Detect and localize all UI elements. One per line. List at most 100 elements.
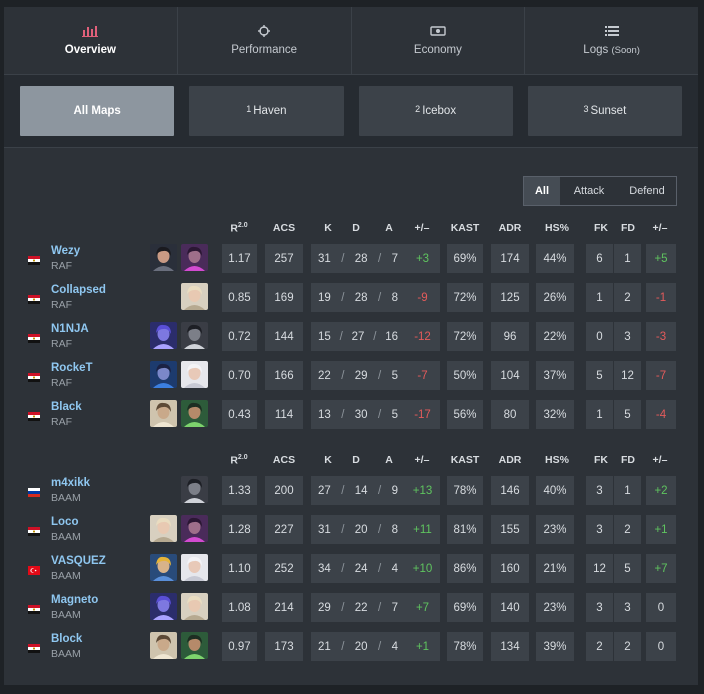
stat-kills: 31 bbox=[318, 252, 331, 265]
player-name-link[interactable]: Magneto bbox=[51, 594, 98, 606]
stat-adr: 80 bbox=[491, 400, 529, 429]
column-header-text: K bbox=[324, 222, 332, 234]
agent-blue-icon bbox=[150, 361, 177, 388]
player-name-link[interactable]: VASQUEZ bbox=[51, 555, 106, 567]
stat-acs: 166 bbox=[265, 361, 303, 390]
stat-hs: 23% bbox=[536, 593, 574, 622]
stat-acs: 173 bbox=[265, 632, 303, 661]
player-name-link[interactable]: Black bbox=[51, 401, 82, 413]
agent-masked-icon bbox=[181, 476, 208, 503]
agent-gold-icon bbox=[150, 554, 177, 581]
stat-fd: 2 bbox=[614, 283, 641, 312]
agent-purple-icon bbox=[181, 515, 208, 542]
column-header-text: FD bbox=[621, 222, 635, 234]
player-row: Wezy RAF 1.17 257 31 / 28 / 7 +3 69% 174 44% 6 1 +5 bbox=[4, 244, 698, 273]
player-name-link[interactable]: Block bbox=[51, 633, 82, 645]
column-header-a: A bbox=[385, 222, 393, 234]
map-button-haven[interactable]: 1 Haven bbox=[189, 86, 344, 136]
stat-pm: -12 bbox=[405, 322, 440, 351]
agent-hat-icon bbox=[150, 632, 177, 659]
column-header-text: FK bbox=[594, 222, 608, 234]
column-header-adr: ADR bbox=[499, 222, 522, 234]
column-header-text: A bbox=[385, 222, 393, 234]
map-button-sunset[interactable]: 3 Sunset bbox=[527, 86, 682, 136]
stat-deaths: 30 bbox=[354, 408, 368, 421]
stat-kast: 69% bbox=[447, 593, 483, 622]
stat-fd: 3 bbox=[614, 593, 641, 622]
stat-fkpm: 0 bbox=[646, 593, 676, 622]
flag-russia-icon bbox=[28, 486, 40, 497]
stat-deaths: 14 bbox=[354, 484, 368, 497]
column-header-text: ADR bbox=[498, 454, 522, 466]
agent-masked-icon bbox=[181, 322, 208, 349]
stat-fkpm: -7 bbox=[646, 361, 676, 390]
tab-performance[interactable]: Performance bbox=[178, 7, 352, 74]
stat-kills: 13 bbox=[318, 408, 331, 421]
column-header-text: A bbox=[385, 454, 393, 466]
column-header-fd: FD bbox=[621, 454, 635, 466]
flag-egypt-icon bbox=[28, 332, 40, 343]
player-name-link[interactable]: Collapsed bbox=[51, 284, 106, 296]
kda-separator: / bbox=[341, 484, 345, 497]
stat-assists: 4 bbox=[391, 640, 398, 653]
player-team: RAF bbox=[51, 299, 72, 311]
stat-adr: 155 bbox=[491, 515, 529, 544]
stat-rating: 0.70 bbox=[222, 361, 257, 390]
player-name-link[interactable]: Wezy bbox=[51, 245, 80, 257]
stat-hs: 32% bbox=[536, 400, 574, 429]
stat-fkpm: +2 bbox=[646, 476, 676, 505]
column-header-fk: FK bbox=[594, 222, 608, 234]
kda-separator: / bbox=[373, 330, 377, 343]
player-name-link[interactable]: m4xikk bbox=[51, 477, 90, 489]
side-filter-defend[interactable]: Defend bbox=[618, 177, 676, 205]
tab-overview[interactable]: Overview bbox=[4, 7, 178, 74]
stat-adr: 146 bbox=[491, 476, 529, 505]
map-button-all-maps[interactable]: All Maps bbox=[20, 86, 175, 136]
column-header-text: ACS bbox=[272, 222, 296, 234]
kda-separator: / bbox=[377, 484, 382, 497]
column-header-text: D bbox=[352, 222, 360, 234]
column-header-kast: KAST bbox=[451, 222, 480, 234]
column-header-text: HS% bbox=[545, 454, 569, 466]
stats-header-row: R2.0 ACS K D A +/– KAST ADR HS% FK FD +/– bbox=[4, 222, 698, 236]
map-button-icebox[interactable]: 2 Icebox bbox=[358, 86, 513, 136]
stat-fkpm: -4 bbox=[646, 400, 676, 429]
agent-hat-icon bbox=[150, 400, 177, 427]
column-header-text: ACS bbox=[272, 454, 296, 466]
stats-header-row: R2.0 ACS K D A +/– KAST ADR HS% FK FD +/– bbox=[4, 454, 698, 468]
stat-fd: 3 bbox=[614, 322, 641, 351]
side-filter-attack[interactable]: Attack bbox=[560, 177, 618, 205]
player-name-link[interactable]: Loco bbox=[51, 516, 78, 528]
side-filter-all[interactable]: All bbox=[524, 177, 560, 205]
crosshair-icon bbox=[256, 25, 272, 37]
stat-fd: 5 bbox=[614, 554, 641, 583]
column-header-text: +/– bbox=[652, 454, 668, 466]
player-name-link[interactable]: N1NJA bbox=[51, 323, 89, 335]
stat-fk: 1 bbox=[586, 283, 613, 312]
stat-deaths: 20 bbox=[354, 640, 368, 653]
stat-deaths: 22 bbox=[354, 601, 368, 614]
stat-rating: 0.85 bbox=[222, 283, 257, 312]
map-number: 1 bbox=[246, 104, 252, 114]
kda-separator: / bbox=[377, 408, 382, 421]
stat-adr: 96 bbox=[491, 322, 529, 351]
stat-fk: 1 bbox=[586, 400, 613, 429]
stat-hs: 22% bbox=[536, 322, 574, 351]
kda-separator: / bbox=[377, 291, 382, 304]
list-icon bbox=[604, 25, 620, 37]
stat-rating: 0.72 bbox=[222, 322, 257, 351]
stat-adr: 140 bbox=[491, 593, 529, 622]
stat-pm: -7 bbox=[405, 361, 440, 390]
tab-economy[interactable]: Economy bbox=[352, 7, 526, 74]
column-header-text: +/– bbox=[414, 454, 430, 466]
stat-deaths: 27 bbox=[351, 330, 365, 343]
tab-logs[interactable]: Logs (Soon) bbox=[525, 7, 698, 74]
column-header-text: HS% bbox=[545, 222, 569, 234]
column-header-k: K bbox=[324, 222, 332, 234]
column-header-adr: ADR bbox=[499, 454, 522, 466]
stat-acs: 214 bbox=[265, 593, 303, 622]
stat-assists: 16 bbox=[385, 330, 398, 343]
player-name-link[interactable]: RockeT bbox=[51, 362, 93, 374]
kda-separator: / bbox=[341, 523, 345, 536]
agent-white-icon bbox=[181, 361, 208, 388]
